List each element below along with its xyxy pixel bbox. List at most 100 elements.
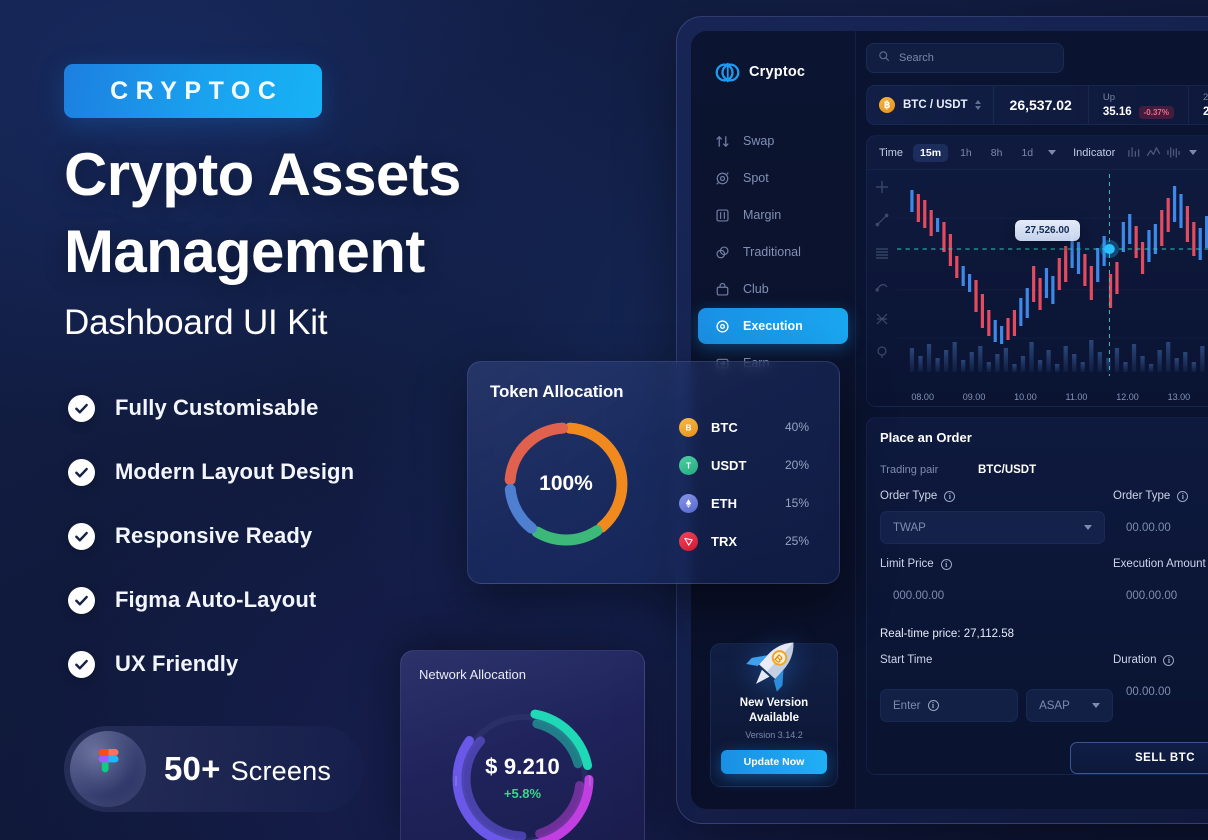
- time-label: Time: [879, 146, 904, 159]
- feature-label: UX Friendly: [115, 651, 239, 676]
- check-circle-icon: [68, 650, 95, 678]
- execution-icon: [715, 319, 730, 334]
- trendline-icon[interactable]: [875, 213, 889, 227]
- limit-price-input[interactable]: 000.00.00: [880, 579, 1105, 612]
- realtime-price: Real-time price: 27,112.58: [880, 628, 1015, 640]
- duration-input[interactable]: 00.00.00: [1113, 675, 1208, 708]
- magnet-icon[interactable]: [875, 345, 889, 359]
- network-allocation-gauge: $ 9.210 +5.8%: [434, 690, 612, 840]
- sidebar-item-swap[interactable]: Swap: [698, 123, 848, 159]
- order-type-input-2[interactable]: 00.00.00: [1113, 511, 1208, 544]
- start-time-label: Start Time: [880, 654, 1113, 666]
- sidebar-item-label: Execution: [743, 319, 803, 333]
- timeframe-8h[interactable]: 8h: [984, 144, 1010, 162]
- list-item: TRX 25%: [679, 529, 817, 554]
- new-version-number: Version 3.14.2: [745, 730, 803, 740]
- x-tick: 08.00: [911, 392, 934, 402]
- screens-count-badge: 50+ Screens: [64, 726, 364, 812]
- figma-icon: [70, 731, 146, 807]
- pair-label: BTC / USDT: [903, 99, 968, 111]
- sidebar-item-traditional[interactable]: Traditional: [698, 234, 848, 270]
- crosshair-icon[interactable]: [875, 180, 889, 194]
- legend-value: 20%: [784, 458, 809, 472]
- execution-amount-value: 000.00.00: [1126, 589, 1178, 602]
- feature-list: Fully Customisable Modern Layout Design …: [68, 390, 428, 710]
- rocket-icon: B: [721, 634, 827, 694]
- execution-amount-label-text: Execution Amount: [1113, 558, 1206, 570]
- search-input[interactable]: Search: [866, 43, 1064, 73]
- horizontal-lines-icon[interactable]: [875, 246, 889, 260]
- draw-icon[interactable]: [875, 279, 889, 293]
- check-circle-icon: [68, 522, 95, 550]
- order-type-select[interactable]: TWAP: [880, 511, 1105, 544]
- start-time-value: Enter: [893, 699, 921, 712]
- btc-coin-icon: B: [679, 417, 698, 437]
- sidebar-item-club[interactable]: Club: [698, 271, 848, 307]
- token-allocation-donut: 100%: [496, 414, 636, 554]
- pair-selector[interactable]: ฿ BTC / USDT: [867, 86, 994, 124]
- start-time-row: Start Time Enter i ASAP Duration i 00.00…: [880, 654, 1208, 722]
- x-tick: 12.00: [1116, 392, 1139, 402]
- check-circle-icon: [68, 394, 95, 422]
- screens-count: 50+: [164, 750, 221, 787]
- fib-icon[interactable]: [875, 312, 889, 326]
- sidebar-item-margin[interactable]: Margin: [698, 197, 848, 233]
- line-indicator-icon[interactable]: [1146, 146, 1161, 159]
- list-item: T USDT 20%: [679, 453, 817, 478]
- legend-label: TRX: [711, 533, 737, 549]
- status-badge: -0.37%: [1138, 105, 1174, 119]
- token-allocation-legend: B BTC 40% T USDT 20% ETH 15% TRX 25%: [679, 415, 817, 554]
- chart-tool-palette: [867, 174, 897, 359]
- legend-label: BTC: [711, 419, 738, 435]
- list-item: UX Friendly: [68, 646, 428, 682]
- limit-price-label-text: Limit Price: [880, 558, 934, 570]
- chart-price-tooltip: 27,526.00: [1015, 220, 1080, 241]
- trading-pair-label: Trading pair: [880, 464, 939, 476]
- start-time-input[interactable]: Enter i: [880, 689, 1019, 722]
- order-type-label-2: Order Type i: [1113, 490, 1208, 502]
- chevron-down-icon: [1084, 525, 1092, 530]
- legend-label: ETH: [711, 495, 737, 511]
- indicator-label: Indicator: [1073, 146, 1116, 159]
- update-now-button[interactable]: Update Now: [721, 750, 827, 774]
- legend-label: USDT: [711, 457, 747, 473]
- screens-word: Screens: [230, 756, 332, 786]
- order-panel-title: Place an Order: [880, 430, 972, 445]
- asap-select[interactable]: ASAP: [1026, 689, 1113, 722]
- sell-btc-button[interactable]: SELL BTC: [1070, 742, 1208, 774]
- ticker-stat-value: 35.16: [1102, 106, 1132, 118]
- info-icon[interactable]: i: [940, 558, 952, 570]
- chevron-down-icon[interactable]: [1189, 150, 1198, 155]
- x-tick: 11.00: [1065, 392, 1088, 402]
- bar-indicator-icon[interactable]: [1126, 146, 1141, 159]
- brand-logo-badge: CRYPTOC: [64, 64, 322, 118]
- new-version-card: B New Version Available Version 3.14.2 U…: [710, 642, 838, 787]
- timeframe-15m[interactable]: 15m: [913, 143, 949, 162]
- donut-center-value: 100%: [539, 472, 593, 495]
- wave-indicator-icon[interactable]: [1166, 146, 1181, 159]
- info-icon[interactable]: i: [944, 490, 956, 502]
- timeframe-1h[interactable]: 1h: [953, 144, 979, 162]
- info-icon[interactable]: i: [1163, 654, 1175, 666]
- search-placeholder: Search: [899, 52, 934, 64]
- eth-coin-icon: [679, 493, 698, 513]
- cryptoc-logo-icon: [715, 60, 740, 85]
- dashboard-main: Search ฿ BTC / USDT 26,537.02 Up 35.16 -…: [856, 31, 1208, 809]
- sidebar-item-execution[interactable]: Execution: [698, 308, 848, 344]
- list-item: Responsive Ready: [68, 518, 428, 554]
- sidebar-item-label: Club: [743, 282, 769, 296]
- sidebar-item-label: Swap: [743, 134, 775, 148]
- execution-amount-input[interactable]: 000.00.00: [1113, 579, 1208, 612]
- info-icon[interactable]: i: [927, 700, 939, 711]
- duration-label-text: Duration: [1113, 654, 1157, 666]
- info-icon[interactable]: i: [1177, 490, 1189, 502]
- sidebar-item-spot[interactable]: Spot: [698, 160, 848, 196]
- svg-text:T: T: [686, 461, 691, 470]
- list-item: Figma Auto-Layout: [68, 582, 428, 618]
- timeframe-1d[interactable]: 1d: [1014, 144, 1040, 162]
- limit-price-label: Limit Price i: [880, 558, 1113, 570]
- chevron-down-icon[interactable]: [1048, 150, 1057, 155]
- list-item: Fully Customisable: [68, 390, 428, 426]
- limit-price-row: Limit Price i 000.00.00 Execution Amount: [880, 558, 1208, 612]
- x-tick: 09.00: [962, 392, 986, 402]
